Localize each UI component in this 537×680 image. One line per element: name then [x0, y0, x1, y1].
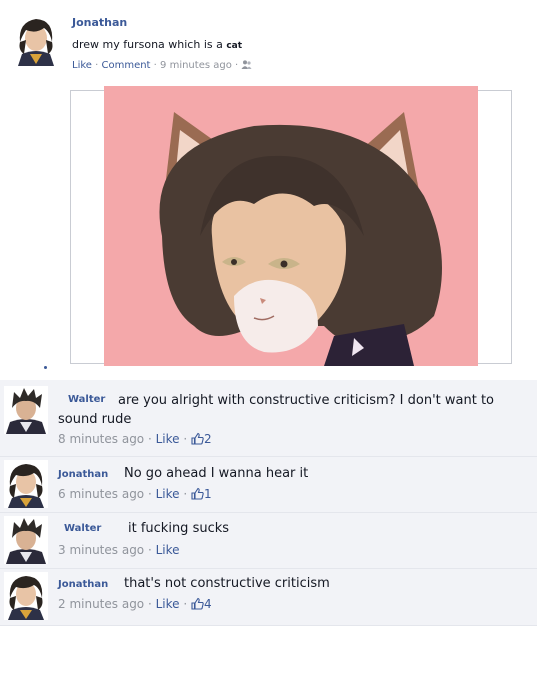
- comment-author[interactable]: Jonathan: [58, 579, 108, 590]
- thumbs-up-icon[interactable]: [191, 432, 204, 446]
- commenter-avatar[interactable]: [4, 516, 48, 564]
- comment-text: that's not constructive criticism: [124, 576, 330, 591]
- meta-sep: ·: [150, 60, 161, 71]
- comment-item: Walter are you alright with constructive…: [0, 380, 537, 457]
- comment-item: Jonathan No go ahead I wanna hear it 6 m…: [0, 457, 537, 513]
- thumbs-up-icon[interactable]: [191, 487, 204, 501]
- like-count[interactable]: 4: [204, 597, 212, 611]
- post-text-small: cat: [226, 41, 243, 51]
- post-comment-link[interactable]: Comment: [101, 60, 150, 71]
- commenter-avatar[interactable]: [4, 572, 48, 620]
- comment-author[interactable]: Jonathan: [58, 469, 108, 480]
- comment-meta: 6 minutes ago · Like · 1: [58, 487, 212, 501]
- like-count[interactable]: 1: [204, 487, 212, 501]
- like-count[interactable]: 2: [204, 432, 212, 446]
- thumbs-up-icon[interactable]: [191, 597, 204, 611]
- post-like-link[interactable]: Like: [72, 60, 92, 71]
- post-author-avatar[interactable]: [14, 14, 58, 66]
- comment-item: Jonathan that's not constructive critici…: [0, 569, 537, 626]
- comment-text: are you alright with constructive critic…: [58, 393, 494, 427]
- friends-icon[interactable]: [241, 60, 252, 71]
- comment-author[interactable]: Walter: [64, 523, 101, 534]
- post-timestamp[interactable]: 9 minutes ago: [160, 60, 232, 71]
- comment-meta: 3 minutes ago · Like: [58, 543, 180, 557]
- comment-like-link[interactable]: Like: [156, 432, 180, 446]
- comment-timestamp[interactable]: 2 minutes ago: [58, 597, 144, 611]
- post-photo[interactable]: [104, 86, 478, 366]
- post-text-main: drew my fursona which is a: [72, 38, 227, 51]
- commenter-avatar[interactable]: [4, 386, 48, 434]
- post-author-name[interactable]: Jonathan: [72, 16, 127, 29]
- comment-meta: 2 minutes ago · Like · 4: [58, 597, 212, 611]
- commenter-avatar[interactable]: [4, 460, 48, 508]
- comment-text: it fucking sucks: [128, 521, 230, 536]
- post-text: drew my fursona which is a cat: [72, 38, 242, 51]
- comment-timestamp[interactable]: 6 minutes ago: [58, 487, 144, 501]
- comment-like-link[interactable]: Like: [156, 487, 180, 501]
- meta-sep: ·: [231, 60, 242, 71]
- post-meta: Like · Comment · 9 minutes ago ·: [72, 60, 252, 71]
- comment-item: Walter it fucking sucks 3 minutes ago · …: [0, 513, 537, 569]
- comment-text: No go ahead I wanna hear it: [124, 466, 309, 481]
- comment-like-link[interactable]: Like: [156, 543, 180, 557]
- decorative-dot: [44, 366, 47, 369]
- comment-like-link[interactable]: Like: [156, 597, 180, 611]
- comment-meta: 8 minutes ago · Like · 2: [58, 432, 212, 446]
- comment-timestamp[interactable]: 3 minutes ago: [58, 543, 144, 557]
- comment-timestamp[interactable]: 8 minutes ago: [58, 432, 144, 446]
